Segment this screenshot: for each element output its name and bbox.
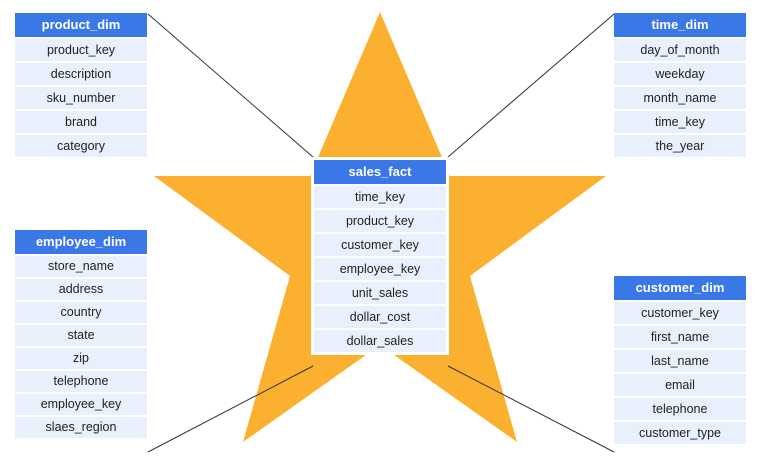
field-row: state — [15, 323, 147, 346]
field-row: dollar_sales — [314, 328, 446, 352]
employee-dim-header: employee_dim — [15, 230, 147, 254]
field-row: address — [15, 277, 147, 300]
field-row: customer_key — [314, 232, 446, 256]
field-row: unit_sales — [314, 280, 446, 304]
product-dim-header: product_dim — [15, 13, 147, 37]
customer-dim-table: customer_dim customer_key first_name last_… — [614, 276, 746, 444]
connector-time — [447, 13, 615, 158]
field-row: employee_key — [15, 392, 147, 415]
field-row: slaes_region — [15, 415, 147, 438]
time-dim-header: time_dim — [614, 13, 746, 37]
field-row: sku_number — [15, 85, 147, 109]
field-row: product_key — [314, 208, 446, 232]
field-row: dollar_cost — [314, 304, 446, 328]
field-row: first_name — [614, 324, 746, 348]
field-row: store_name — [15, 254, 147, 277]
field-row: description — [15, 61, 147, 85]
field-row: the_year — [614, 133, 746, 157]
field-row: day_of_month — [614, 37, 746, 61]
field-row: last_name — [614, 348, 746, 372]
field-row: customer_type — [614, 420, 746, 444]
field-row: month_name — [614, 85, 746, 109]
field-row: country — [15, 300, 147, 323]
employee-dim-table: employee_dim store_name address country sta… — [15, 230, 147, 438]
time-dim-table: time_dim day_of_month weekday month_name ti… — [614, 13, 746, 157]
field-row: time_key — [614, 109, 746, 133]
field-row: category — [15, 133, 147, 157]
sales-fact-table: sales_fact time_key product_key customer_k… — [311, 157, 449, 355]
field-row: employee_key — [314, 256, 446, 280]
product-dim-table: product_dim product_key description sku_nu… — [15, 13, 147, 157]
field-row: product_key — [15, 37, 147, 61]
field-row: customer_key — [614, 300, 746, 324]
field-row: email — [614, 372, 746, 396]
field-row: zip — [15, 346, 147, 369]
field-row: brand — [15, 109, 147, 133]
customer-dim-header: customer_dim — [614, 276, 746, 300]
field-row: time_key — [314, 184, 446, 208]
field-row: weekday — [614, 61, 746, 85]
field-row: telephone — [15, 369, 147, 392]
connector-product — [147, 13, 314, 158]
field-row: telephone — [614, 396, 746, 420]
sales-fact-header: sales_fact — [314, 160, 446, 184]
